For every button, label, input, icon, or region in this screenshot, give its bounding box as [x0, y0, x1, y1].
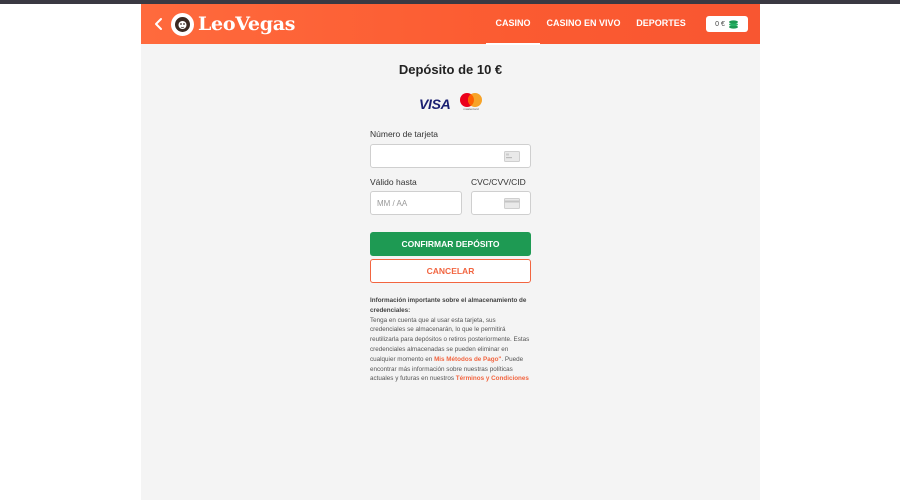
card-back-icon	[504, 198, 520, 209]
accepted-cards: VISA mastercard	[419, 91, 485, 113]
cvc-label: CVC/CVV/CID	[471, 177, 526, 187]
credit-card-icon	[504, 151, 520, 162]
nav-deportes[interactable]: DEPORTES	[633, 4, 689, 44]
coins-icon	[728, 20, 738, 29]
expiry-input[interactable]	[371, 192, 461, 214]
back-button[interactable]	[152, 15, 166, 33]
balance-button[interactable]: 0 €	[706, 16, 748, 32]
terms-link[interactable]: Términos y Condiciones	[456, 375, 529, 382]
expiry-label: Válido hasta	[370, 177, 417, 187]
info-title: Información importante sobre el almacena…	[370, 297, 527, 314]
credentials-info: Información importante sobre el almacena…	[370, 296, 531, 384]
mastercard-wordmark: mastercard	[463, 107, 479, 111]
cvc-field[interactable]	[471, 191, 531, 215]
mastercard-logo: mastercard	[457, 91, 485, 113]
payment-methods-link[interactable]: Mis Métodos de Pago"	[434, 356, 501, 363]
cancel-button[interactable]: CANCELAR	[370, 259, 531, 283]
page-title: Depósito de 10 €	[398, 62, 503, 77]
card-number-label: Número de tarjeta	[370, 129, 439, 139]
confirm-deposit-button[interactable]: CONFIRMAR DEPÓSITO	[370, 232, 531, 256]
nav-casino[interactable]: CASINO	[486, 4, 540, 45]
nav-casino-en-vivo[interactable]: CASINO EN VIVO	[546, 4, 621, 44]
lion-logo-icon	[171, 12, 194, 36]
cvc-input[interactable]	[472, 192, 530, 214]
card-number-field[interactable]	[370, 144, 531, 168]
chevron-left-icon	[155, 18, 162, 30]
leovegas-logo[interactable]: LeoVegas	[171, 11, 295, 37]
deposit-page: LeoVegas CASINO CASINO EN VIVO DEPORTES …	[141, 4, 760, 500]
site-header: LeoVegas CASINO CASINO EN VIVO DEPORTES …	[141, 4, 760, 45]
balance-amount: 0 €	[715, 20, 725, 28]
expiry-field[interactable]	[370, 191, 462, 215]
visa-logo: VISA	[419, 96, 451, 112]
brand-name: LeoVegas	[198, 13, 296, 35]
